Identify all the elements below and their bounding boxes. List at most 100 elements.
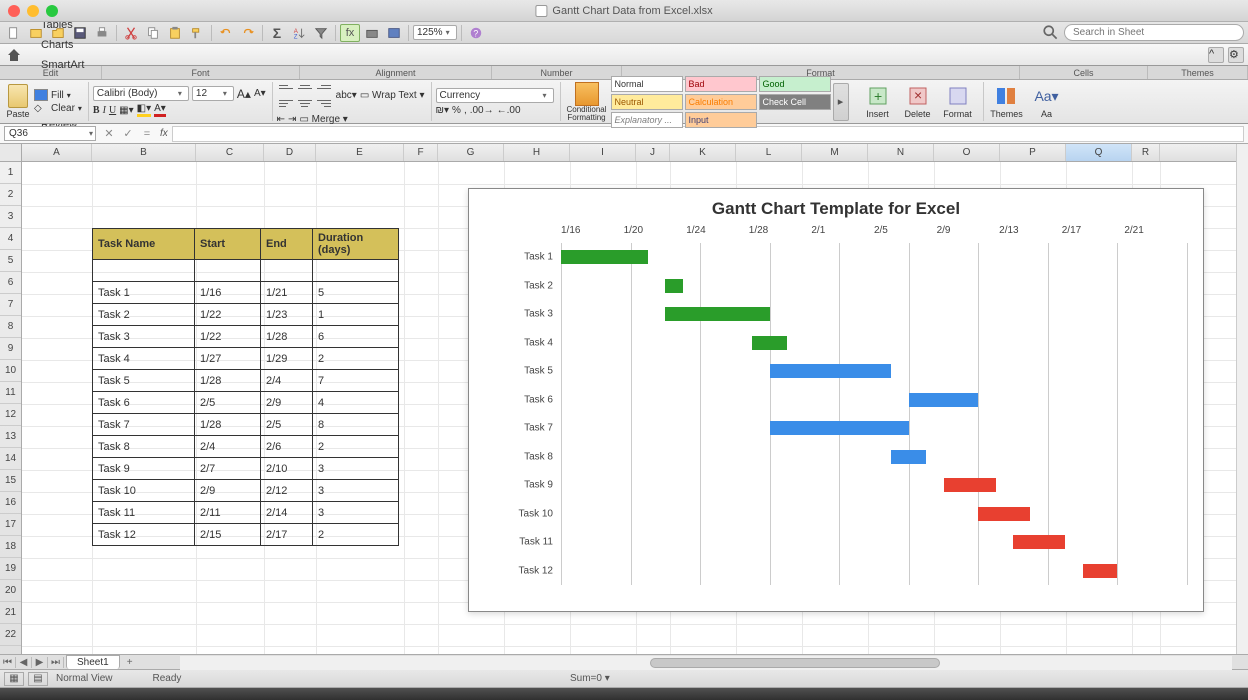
sort-icon[interactable]: AZ [289,24,309,42]
zoom-select[interactable]: 125%▾ [413,25,457,40]
gantt-bar[interactable] [770,421,909,435]
table-row[interactable]: Task 71/282/58 [93,414,399,436]
col-header-A[interactable]: A [22,144,92,161]
gantt-bar[interactable] [665,307,769,321]
row-header-20[interactable]: 20 [0,580,21,602]
row-header-11[interactable]: 11 [0,382,21,404]
row-header-17[interactable]: 17 [0,514,21,536]
table-row[interactable]: Task 41/271/292 [93,348,399,370]
style-normal[interactable]: Normal [611,76,683,92]
style-neutral[interactable]: Neutral [611,94,683,110]
table-row[interactable]: Task 82/42/62 [93,436,399,458]
autosum-icon[interactable]: Σ [267,24,287,42]
row-header-9[interactable]: 9 [0,338,21,360]
copy-icon[interactable] [143,24,163,42]
first-sheet-icon[interactable]: ⏮ [0,657,16,668]
paste-icon[interactable] [165,24,185,42]
format-cells-button[interactable]: Format [939,84,977,119]
alignment-grid[interactable] [277,79,333,112]
style-bad[interactable]: Bad [685,76,757,92]
row-header-13[interactable]: 13 [0,426,21,448]
style-good[interactable]: Good [759,76,831,92]
col-header-J[interactable]: J [636,144,670,161]
table-row[interactable]: Task 21/221/231 [93,304,399,326]
currency-button[interactable]: ₪▾ [436,105,450,116]
table-row[interactable]: Task 62/52/94 [93,392,399,414]
fx-icon[interactable]: = [138,126,156,142]
spreadsheet-grid[interactable]: ABCDEFGHIJKLMNOPQR 123456789101112131415… [0,144,1248,654]
style-calculation[interactable]: Calculation [685,94,757,110]
row-header-21[interactable]: 21 [0,602,21,624]
minimize-window-icon[interactable] [27,5,39,17]
page-layout-view-icon[interactable]: ▤ [28,672,48,686]
zoom-window-icon[interactable] [46,5,58,17]
gantt-bar[interactable] [561,250,648,264]
name-box[interactable]: Q36▾ [4,126,96,141]
col-header-E[interactable]: E [316,144,404,161]
percent-button[interactable]: % [452,105,461,116]
delete-cells-button[interactable]: ×Delete [899,84,937,119]
grow-font-icon[interactable]: A▴ [237,87,251,101]
filter-icon[interactable] [311,24,331,42]
table-row[interactable]: Task 51/282/47 [93,370,399,392]
row-header-16[interactable]: 16 [0,492,21,514]
gantt-bar[interactable] [665,279,682,293]
sheet-tab-active[interactable]: Sheet1 [66,655,120,669]
increase-indent-icon[interactable]: ⇥ [288,114,296,125]
row-header-19[interactable]: 19 [0,558,21,580]
collapse-ribbon-icon[interactable]: ^ [1208,47,1224,63]
row-header-4[interactable]: 4 [0,228,21,250]
themes-button[interactable]: Themes [988,84,1026,119]
tab-charts[interactable]: Charts [28,35,100,55]
col-header-C[interactable]: C [196,144,264,161]
task-table[interactable]: Task NameStartEndDuration (days) Task 11… [92,228,399,546]
row-header-7[interactable]: 7 [0,294,21,316]
row-header-18[interactable]: 18 [0,536,21,558]
column-headers[interactable]: ABCDEFGHIJKLMNOPQR [22,144,1236,162]
horizontal-scrollbar[interactable] [180,656,1232,670]
formula-input[interactable] [172,126,1244,142]
vertical-scrollbar[interactable] [1236,144,1248,654]
gantt-bar[interactable] [891,450,926,464]
col-header-N[interactable]: N [868,144,934,161]
select-all-corner[interactable] [0,144,22,162]
row-header-12[interactable]: 12 [0,404,21,426]
col-header-F[interactable]: F [404,144,438,161]
wrap-text-button[interactable]: ▭ Wrap Text ▾ [360,90,425,101]
decrease-decimal-icon[interactable]: ←.00 [497,105,521,116]
shrink-font-icon[interactable]: A▾ [254,88,266,99]
new-file-icon[interactable] [4,24,24,42]
comma-button[interactable]: , [464,105,467,116]
normal-view-icon[interactable]: ▦ [4,672,24,686]
media-browser-icon[interactable] [384,24,404,42]
style-check-cell[interactable]: Check Cell [759,94,831,110]
col-header-D[interactable]: D [264,144,316,161]
font-size-select[interactable]: 12▾ [192,86,234,101]
row-header-3[interactable]: 3 [0,206,21,228]
style-explanatory-[interactable]: Explanatory ... [611,112,683,128]
add-sheet-icon[interactable]: + [122,657,138,668]
toolbox-icon[interactable] [362,24,382,42]
help-icon[interactable]: ? [466,24,486,42]
row-header-2[interactable]: 2 [0,184,21,206]
col-header-H[interactable]: H [504,144,570,161]
font-name-select[interactable]: Calibri (Body)▾ [93,86,189,101]
conditional-formatting-button[interactable]: Conditional Formatting [565,82,609,122]
row-header-1[interactable]: 1 [0,162,21,184]
table-row[interactable]: Task 31/221/286 [93,326,399,348]
table-row[interactable]: Task 11/161/215 [93,282,399,304]
col-header-I[interactable]: I [570,144,636,161]
col-header-R[interactable]: R [1132,144,1160,161]
table-row[interactable]: Task 112/112/143 [93,502,399,524]
close-window-icon[interactable] [8,5,20,17]
border-button[interactable]: ▦▾ [119,105,133,116]
fill-color-button[interactable]: ◧▾ [137,103,151,117]
col-header-O[interactable]: O [934,144,1000,161]
redo-icon[interactable] [238,24,258,42]
underline-button[interactable]: U [109,105,116,116]
number-format-select[interactable]: Currency▾ [436,88,554,103]
style-input[interactable]: Input [685,112,757,128]
col-header-G[interactable]: G [438,144,504,161]
table-row[interactable]: Task 102/92/123 [93,480,399,502]
col-header-L[interactable]: L [736,144,802,161]
